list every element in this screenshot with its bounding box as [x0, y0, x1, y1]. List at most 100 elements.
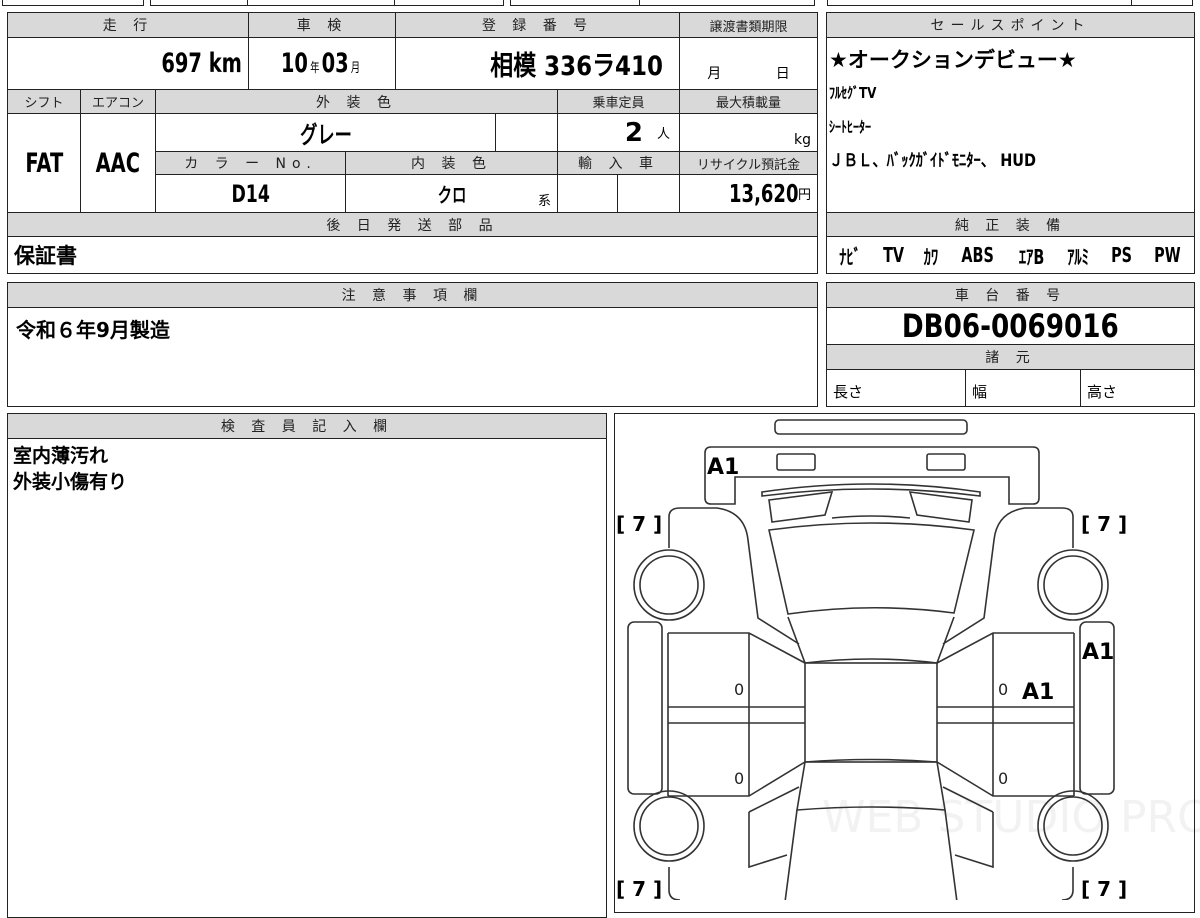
interior-color-header: 内 装 色: [345, 151, 558, 175]
top-strip-box: [1131, 0, 1193, 6]
equipment-item: TV: [882, 243, 904, 267]
top-strip-box: [510, 0, 640, 6]
transfer-day-unit: 日: [775, 66, 790, 82]
shift-header: シフト: [7, 89, 81, 114]
registration-cell: 相模 336ラ410: [395, 37, 680, 90]
equipment-list: ﾅﾋﾞ TV ｶﾜ ABS ｴｱB ｱﾙﾐ PS PW: [826, 236, 1195, 274]
capacity-value: 2: [624, 117, 643, 148]
sales-points-header: セールスポイント: [826, 12, 1195, 38]
sales-point-line: ★オークションデビュー★: [829, 48, 1077, 72]
interior-color-value: クロ: [437, 183, 466, 207]
front-bumper-shape: [774, 419, 968, 435]
shift-text: FAT: [25, 147, 63, 179]
sales-point-line: ＪＢＬ、ﾊﾞｯｸｶﾞｲﾄﾞﾓﾆﾀｰ、 HUD: [829, 151, 1037, 171]
capacity-cell: 2人: [557, 113, 680, 152]
capacity-unit: 人: [656, 127, 670, 142]
max-load-header: 最大積載量: [679, 89, 818, 114]
later-parts-value: 保証書: [7, 236, 818, 274]
inspector-line: 室内薄汚れ: [13, 445, 109, 467]
equipment-item: ｶﾜ: [924, 244, 939, 269]
notes-value: 令和６年9月製造: [16, 318, 170, 342]
capacity-header: 乗車定員: [557, 89, 680, 114]
top-strip-box: [827, 0, 1132, 6]
recycle-header: リサイクル預託金: [679, 151, 818, 175]
tire-mark-rear-right: [ 7 ]: [1081, 877, 1127, 900]
top-strip-box: [150, 0, 248, 6]
exterior-color-value: グレー: [155, 113, 496, 152]
registration-header: 登 録 番 号: [395, 12, 680, 38]
roof-shape: [804, 662, 938, 763]
transfer-month-unit: 月: [707, 66, 722, 82]
door-mark: 0: [998, 769, 1008, 788]
top-strip-box: [247, 0, 395, 6]
color-no-value: D14: [231, 179, 270, 208]
rear-panel-shape: [704, 446, 1040, 505]
tire-mark-rear-left: [ 7 ]: [616, 877, 662, 900]
car-diagram-drawing: WEB STUDIO PRO A1 A1 A1 [ 7 ] [ 7 ] [7 …: [616, 419, 1200, 900]
month-unit: 月: [351, 61, 361, 76]
watermark: WEB STUDIO PRO: [822, 792, 1200, 843]
equipment-item: PW: [1154, 243, 1181, 267]
color-no-header: カ ラ ー No.: [155, 151, 346, 175]
length-cell: 長さ: [826, 369, 966, 407]
top-strip-box: [2, 0, 144, 6]
door-mark: 0: [998, 680, 1008, 699]
import-header: 輸 入 車: [557, 151, 680, 175]
interior-color-cell: クロ 系: [345, 174, 558, 213]
door-mark: 0: [734, 680, 744, 699]
inspection-year: 10: [281, 48, 309, 79]
equipment-item: ABS: [961, 243, 994, 267]
door-mark: 0: [734, 769, 744, 788]
damage-mark-rear: A1: [707, 455, 739, 480]
registration-value: 相模 336ラ410: [490, 51, 663, 82]
chassis-header: 車 台 番 号: [826, 282, 1195, 308]
interior-color-suffix: 系: [537, 194, 551, 209]
equipment-item: ﾅﾋﾞ: [839, 244, 861, 269]
height-cell: 高さ: [1080, 369, 1195, 407]
mileage-cell: 697 km: [7, 37, 249, 90]
ac-text: AAC: [95, 147, 141, 179]
ac-value: AAC: [80, 113, 156, 213]
import-cell-b: [617, 174, 680, 213]
notes-header: 注 意 事 項 欄: [7, 282, 818, 308]
import-cell-a: [557, 174, 618, 213]
inspection-month: 03: [322, 48, 350, 79]
specs-header: 諸 元: [826, 344, 1195, 370]
shift-value: FAT: [7, 113, 81, 213]
equipment-item: PS: [1110, 243, 1132, 267]
recycle-unit: 円: [797, 188, 811, 203]
exterior-color-extra: [495, 113, 558, 152]
color-no-cell: D14: [155, 174, 346, 213]
chassis-cell: DB06-0069016: [826, 307, 1195, 345]
mileage-value: 697: [161, 48, 203, 79]
ac-header: エアコン: [80, 89, 156, 114]
mileage-header: 走 行: [7, 12, 249, 38]
recycle-value: 13,620: [728, 179, 798, 208]
sales-point-line: ｼｰﾄﾋｰﾀｰ: [829, 118, 872, 136]
tire-mark-front-right: [ 7 ]: [1081, 512, 1127, 536]
equipment-item: ｱﾙﾐ: [1067, 244, 1089, 269]
notes-body: 令和６年9月製造: [7, 307, 818, 407]
tire-mark-front-left: [ 7 ]: [616, 512, 662, 536]
equipment-item: ｴｱB: [1018, 244, 1045, 269]
top-strip-box: [394, 0, 504, 6]
top-strip-box: [639, 0, 815, 6]
windshield-shape: [768, 522, 975, 615]
mileage-unit: km: [208, 48, 242, 79]
inspector-line: 外装小傷有り: [13, 471, 128, 493]
width-cell: 幅: [965, 369, 1081, 407]
transfer-deadline-cell: 月日: [679, 37, 818, 90]
sales-point-line: ﾌﾙｾｸﾞTV: [829, 84, 877, 102]
transfer-deadline-header: 譲渡書類期限: [679, 12, 818, 38]
max-load-cell: kg: [679, 113, 818, 152]
damage-mark-right-sill: A1: [1082, 640, 1114, 665]
inspection-cell: 10 年03 月: [248, 37, 396, 90]
damage-mark-right-door: A1: [1022, 680, 1054, 705]
year-unit: 年: [310, 61, 320, 76]
sales-points-body: ★オークションデビュー★ ﾌﾙｾｸﾞTV ｼｰﾄﾋｰﾀｰ ＪＢＬ、ﾊﾞｯｸｶﾞｲ…: [826, 37, 1195, 213]
exterior-color-text: グレー: [299, 121, 352, 149]
recycle-cell: 13,620 円: [679, 174, 818, 213]
inspector-body: 室内薄汚れ 外装小傷有り: [7, 438, 607, 918]
equipment-header: 純 正 装 備: [826, 212, 1195, 237]
inspector-header: 検 査 員 記 入 欄: [7, 413, 607, 439]
